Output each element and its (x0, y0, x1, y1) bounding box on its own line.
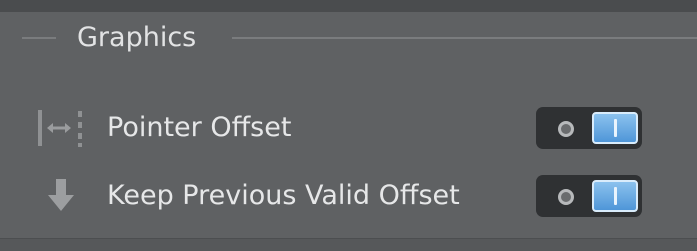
keep-previous-valid-offset-toggle[interactable] (536, 175, 642, 217)
bottom-edge (0, 238, 697, 251)
group-title: Graphics (77, 22, 197, 53)
pointer-offset-label: Pointer Offset (107, 112, 292, 143)
toggle-off-indicator (558, 189, 574, 205)
toggle-on-knob (592, 180, 638, 212)
arrow-down-icon (36, 173, 92, 219)
pointer-offset-toggle[interactable] (536, 107, 642, 149)
group-divider-right (232, 37, 697, 39)
group-divider-left (22, 37, 56, 39)
keep-previous-valid-offset-label: Keep Previous Valid Offset (107, 180, 460, 211)
toggle-on-knob (592, 112, 638, 144)
pointer-offset-icon (36, 105, 92, 151)
setting-row-pointer-offset: Pointer Offset (0, 105, 697, 151)
toggle-off-indicator (558, 121, 574, 137)
top-edge (0, 0, 697, 12)
setting-row-keep-previous-valid-offset: Keep Previous Valid Offset (0, 173, 697, 219)
